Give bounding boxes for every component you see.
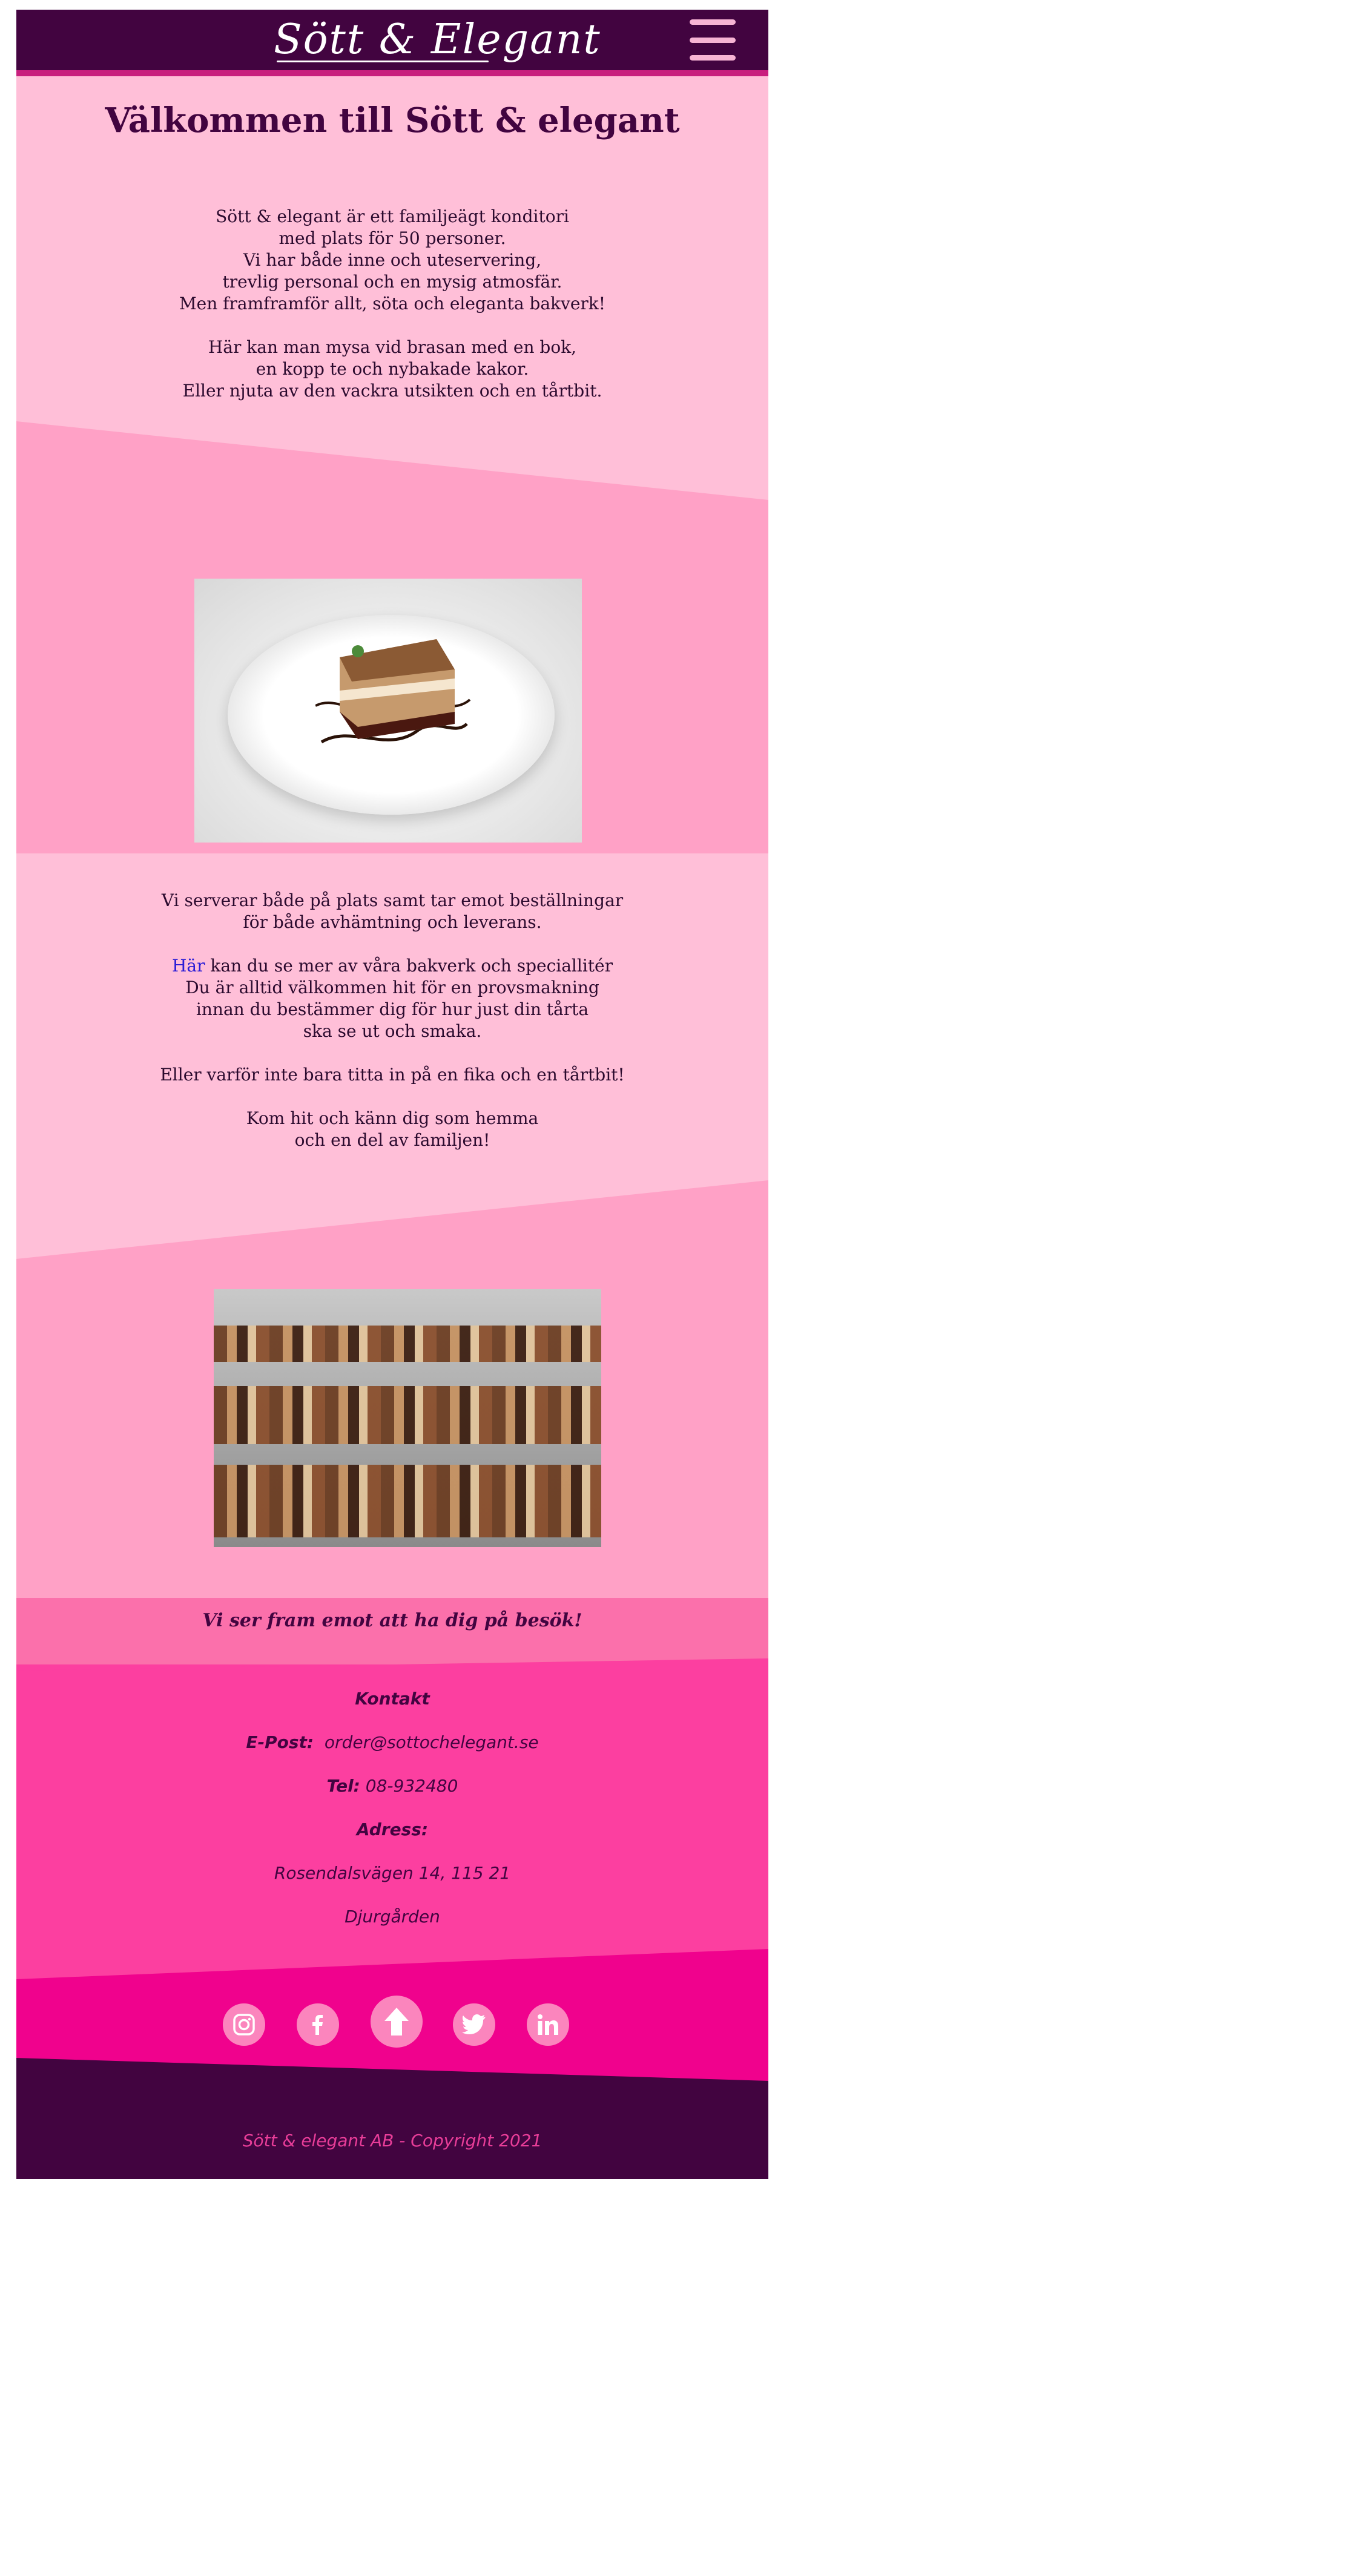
text-line: en kopp te och nybakade kakor.	[256, 359, 529, 379]
text-line: Här kan du se mer av våra bakverk och sp…	[16, 955, 768, 977]
text-line: Kom hit och känn dig som hemma	[246, 1108, 539, 1128]
cake-photo	[194, 579, 582, 843]
text-line: Vi serverar både på plats samt tar emot …	[161, 890, 624, 910]
page: Sött & Elegant Välkommen till Sött & ele…	[16, 10, 768, 2179]
section-divider	[16, 1180, 768, 1259]
linkedin-icon[interactable]	[527, 2003, 569, 2046]
menu-bar	[690, 37, 736, 43]
copyright-text: Sött & elegant AB - Copyright 2021	[242, 2131, 543, 2150]
address-label: Adress:	[356, 1819, 429, 1839]
text-line: Eller njuta av den vackra utsikten och e…	[182, 381, 602, 401]
facebook-icon[interactable]	[297, 2003, 339, 2046]
email-value[interactable]: order@sottochelegant.se	[325, 1732, 539, 1752]
twitter-icon[interactable]	[453, 2003, 495, 2046]
pastry-display-section	[16, 1259, 768, 1598]
site-logo[interactable]: Sött & Elegant	[274, 16, 601, 64]
text-line: med plats för 50 personer.	[279, 228, 506, 248]
visit-text: Vi ser fram emot att ha dig på besök!	[202, 1610, 582, 1631]
logo-underline	[277, 61, 489, 62]
text-line-rest: kan du se mer av våra bakverk och specia…	[205, 956, 613, 976]
phone-label: Tel:	[326, 1776, 360, 1796]
site-header: Sött & Elegant	[16, 10, 768, 76]
service-paragraph-4: Kom hit och känn dig som hemma och en de…	[16, 1108, 768, 1151]
text-line: och en del av familjen!	[294, 1130, 490, 1150]
phone-value[interactable]: 08-932480	[366, 1776, 458, 1796]
section-divider	[16, 1949, 768, 1979]
display-shelf	[214, 1386, 601, 1444]
service-paragraph-1: Vi serverar både på plats samt tar emot …	[16, 890, 768, 933]
contact-section: Kontakt E-Post: order@sottochelegant.se …	[16, 1658, 768, 1979]
display-shelf	[214, 1465, 601, 1537]
instagram-icon[interactable]	[223, 2003, 265, 2046]
site-footer: Sött & elegant AB - Copyright 2021	[16, 2088, 768, 2179]
scroll-to-top-icon[interactable]	[371, 1996, 423, 2048]
address-street: Rosendalsvägen 14, 115 21	[274, 1863, 511, 1883]
bakery-products-link[interactable]: Här	[172, 956, 205, 976]
section-divider	[16, 1658, 768, 1671]
cake-slice-drawing	[315, 639, 471, 744]
text-line: ska se ut och smaka.	[303, 1021, 482, 1041]
cake-image-section	[16, 512, 768, 853]
text-line: trevlig personal och en mysig atmosfär.	[222, 272, 562, 292]
contact-email-row: E-Post: order@sottochelegant.se	[16, 1732, 768, 1752]
menu-bar	[690, 55, 736, 61]
service-paragraph-2: Här kan du se mer av våra bakverk och sp…	[16, 955, 768, 1042]
contact-phone-row: Tel: 08-932480	[16, 1776, 768, 1796]
section-divider	[16, 2058, 768, 2088]
text-line: för både avhämtning och leverans.	[243, 912, 542, 932]
text-line: Men framframför allt, söta och eleganta …	[179, 294, 606, 314]
email-label: E-Post:	[246, 1732, 314, 1752]
hamburger-menu-icon[interactable]	[690, 19, 736, 61]
text-line: Sött & elegant är ett familjeägt kondito…	[216, 206, 569, 226]
page-title: Välkommen till Sött & elegant	[105, 100, 680, 140]
contact-heading: Kontakt	[355, 1689, 430, 1709]
welcome-paragraph-1: Sött & elegant är ett familjeägt kondito…	[16, 206, 768, 315]
section-divider	[16, 421, 768, 512]
service-paragraph-3: Eller varför inte bara titta in på en fi…	[16, 1064, 768, 1086]
welcome-section: Välkommen till Sött & elegant Sött & ele…	[16, 76, 768, 512]
menu-bar	[690, 19, 736, 25]
welcome-paragraph-2: Här kan man mysa vid brasan med en bok, …	[16, 337, 768, 402]
pastry-display-photo	[214, 1289, 601, 1547]
text-line: Eller varför inte bara titta in på en fi…	[160, 1065, 625, 1085]
text-line: innan du bestämmer dig för hur just din …	[196, 999, 589, 1019]
social-section	[16, 1979, 768, 2088]
text-line: Du är alltid välkommen hit för en provsm…	[185, 978, 599, 997]
text-line: Här kan man mysa vid brasan med en bok,	[208, 337, 577, 357]
display-shelf	[214, 1326, 601, 1362]
text-line: Vi har både inne och uteservering,	[243, 250, 542, 270]
address-area: Djurgården	[345, 1907, 440, 1927]
service-section: Vi serverar både på plats samt tar emot …	[16, 853, 768, 1259]
